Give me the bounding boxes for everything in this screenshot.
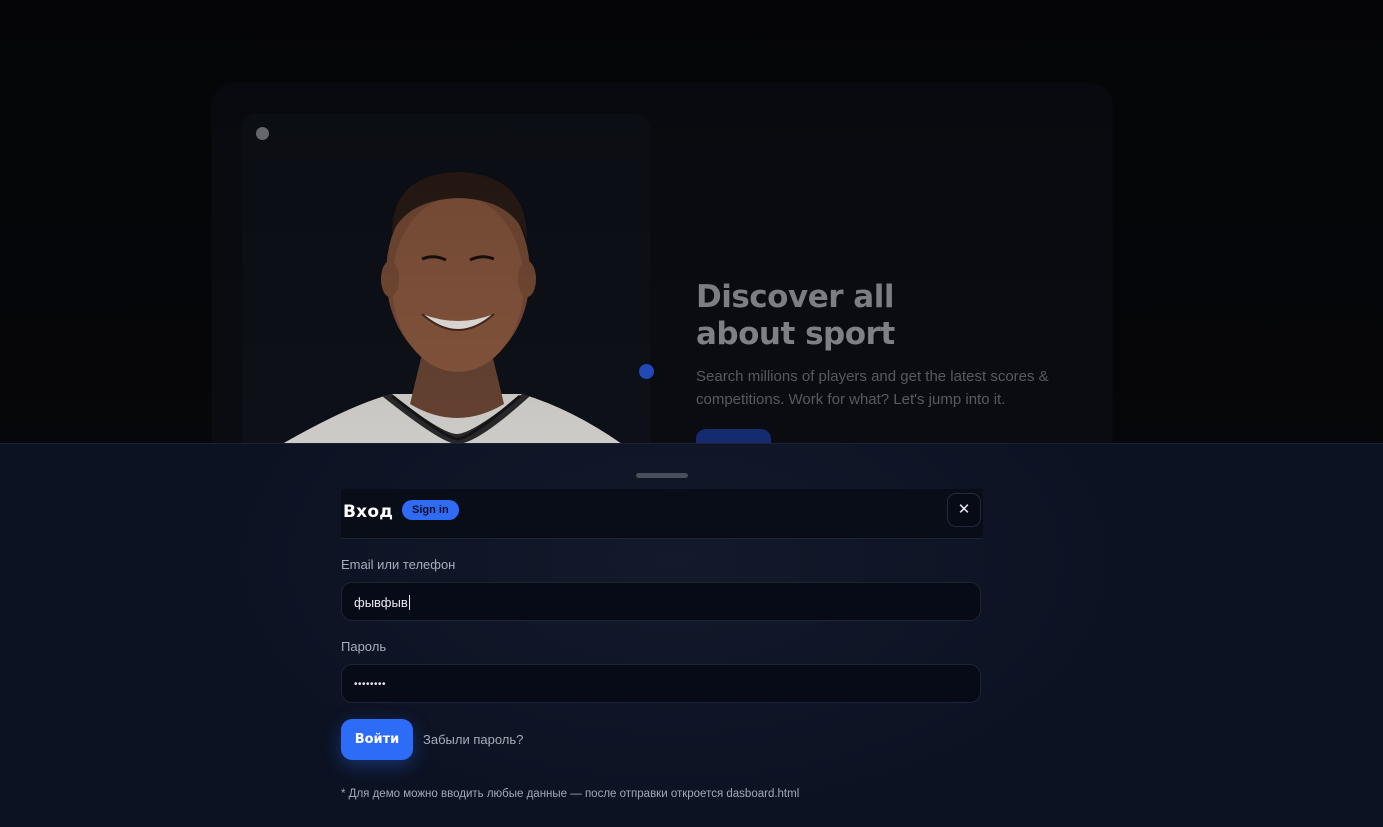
password-value: •••••••• (354, 679, 387, 690)
hero-title: Discover all about sport (696, 279, 895, 352)
text-caret (408, 595, 410, 610)
sheet-header: Вход Sign in ✕ (341, 489, 983, 539)
demo-note: * Для демо можно вводить любые данные — … (341, 788, 800, 800)
email-field[interactable]: фывфыв (341, 582, 981, 621)
email-label: Email или телефон (341, 557, 456, 572)
login-sheet: Вход Sign in ✕ Email или телефон фывфыв … (0, 443, 1383, 827)
password-field[interactable]: •••••••• (341, 664, 981, 703)
sheet-title: Вход (343, 502, 394, 522)
page: Discover all about sport Search millions… (0, 0, 1383, 827)
login-button[interactable]: Войти (341, 719, 413, 760)
carousel-dot (256, 127, 269, 140)
slider-indicator (639, 364, 654, 379)
hero-text: Discover all about sport Search millions… (696, 279, 1076, 411)
close-button[interactable]: ✕ (947, 493, 981, 527)
email-value: фывфыв (354, 595, 408, 610)
password-label: Пароль (341, 639, 387, 654)
drag-handle[interactable] (636, 473, 688, 478)
sign-in-badge: Sign in (402, 500, 459, 520)
forgot-password-link[interactable]: Забыли пароль? (423, 732, 523, 747)
hero-subtitle: Search millions of players and get the l… (696, 368, 1049, 408)
close-icon: ✕ (957, 501, 971, 518)
